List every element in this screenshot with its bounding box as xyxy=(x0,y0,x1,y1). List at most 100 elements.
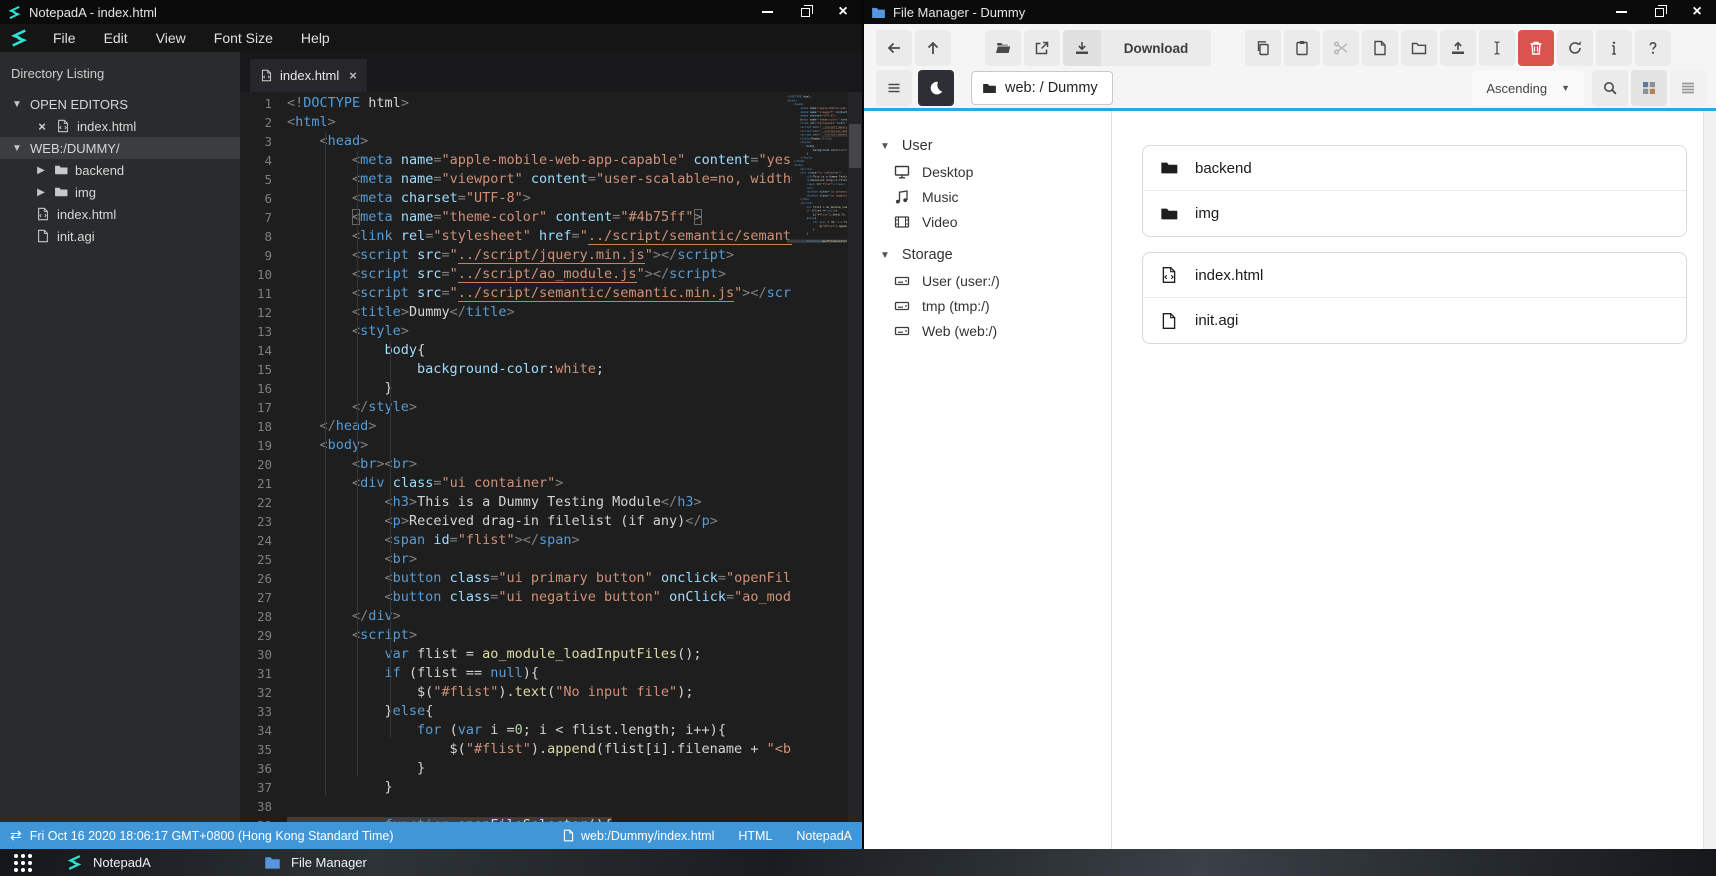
code-line-18: 18 </head> xyxy=(240,417,862,436)
directory-listing-panel: Directory Listing ▼ OPEN EDITORS × index.ht… xyxy=(0,52,240,822)
file-list-scrollbar[interactable] xyxy=(1703,111,1716,849)
close-icon[interactable]: × xyxy=(824,0,862,24)
help-button[interactable] xyxy=(1635,30,1671,66)
code-line-23: 23 <p>Received drag-in filelist (if any)… xyxy=(240,512,862,531)
sidebar-section-user[interactable]: ▼ User xyxy=(864,133,1111,159)
copy-button[interactable] xyxy=(1245,30,1281,66)
minimize-icon[interactable] xyxy=(1602,0,1640,24)
minimize-icon[interactable] xyxy=(748,0,786,24)
line-number: 16 xyxy=(256,381,272,396)
search-icon[interactable] xyxy=(1592,70,1628,106)
paste-button[interactable] xyxy=(1284,30,1320,66)
file-name: img xyxy=(1195,205,1220,222)
close-icon[interactable]: × xyxy=(36,119,48,134)
menu-font-size[interactable]: Font Size xyxy=(200,26,287,50)
paste-icon xyxy=(1294,40,1310,56)
open-editor-label: index.html xyxy=(77,118,137,134)
file-row-img[interactable]: img xyxy=(1143,191,1686,236)
tree-item-backend[interactable]: ▶ backend xyxy=(0,159,240,181)
menu-hamburger-icon[interactable] xyxy=(876,70,912,106)
menu-edit[interactable]: Edit xyxy=(90,26,142,50)
download-button[interactable]: Download xyxy=(1063,30,1211,66)
taskbar-app-file-manager[interactable]: File Manager xyxy=(244,854,442,871)
tab-close-icon[interactable]: × xyxy=(349,68,357,83)
code-line-7: 7 <meta name="theme-color" content="#4b7… xyxy=(240,208,862,227)
sidebar-item-user-user-[interactable]: User (user:/) xyxy=(864,268,1111,293)
app-launcher-icon[interactable] xyxy=(0,849,46,876)
code-line-5: 5 <meta name="viewport" content="user-sc… xyxy=(240,170,862,189)
statusbar-appname: NotepadA xyxy=(796,828,852,843)
editor-scrollbar[interactable] xyxy=(848,92,862,822)
code-line-35: 35 $("#flist").append(flist[i].filename … xyxy=(240,740,862,759)
tree-item-label: backend xyxy=(75,162,125,178)
sidebar-item-web-web-[interactable]: Web (web:/) xyxy=(864,318,1111,343)
section-label: WEB:/DUMMY/ xyxy=(30,140,120,156)
scissors-icon xyxy=(1333,40,1349,56)
up-button[interactable] xyxy=(915,30,951,66)
file-row-init-agi[interactable]: init.agi xyxy=(1143,298,1686,343)
close-icon[interactable]: × xyxy=(1678,0,1716,24)
code-editor[interactable]: 1 <!DOCTYPE html> 2 <html> 3 <head> 4 <meta n… xyxy=(240,92,862,822)
notepada-statusbar: ⇄ Fri Oct 16 2020 18:06:17 GMT+0800 (Hon… xyxy=(0,822,862,849)
indent-guide xyxy=(357,151,358,777)
file-row-backend[interactable]: backend xyxy=(1143,146,1686,191)
line-number: 32 xyxy=(256,685,272,700)
restore-icon[interactable] xyxy=(1640,0,1678,24)
code-line-31: 31 if (flist == null){ xyxy=(240,664,862,683)
sidebar-item-tmp-tmp-[interactable]: tmp (tmp:/) xyxy=(864,293,1111,318)
statusbar-filepath[interactable]: web:/Dummy/index.html xyxy=(581,829,714,843)
code-line-33: 33 }else{ xyxy=(240,702,862,721)
code-line-20: 20 <br><br> xyxy=(240,455,862,474)
open-in-new-window-button[interactable] xyxy=(1024,30,1060,66)
file-row-index-html[interactable]: index.html xyxy=(1143,253,1686,298)
text-cursor-icon xyxy=(1489,40,1505,56)
statusbar-language[interactable]: HTML xyxy=(738,829,772,843)
scrollbar-thumb[interactable] xyxy=(849,124,861,168)
line-number: 8 xyxy=(264,229,272,244)
code-line-14: 14 body{ xyxy=(240,341,862,360)
file-manager-window: File Manager - Dummy × Download web: / D… xyxy=(864,0,1716,849)
path-bar[interactable]: web: / Dummy xyxy=(971,71,1113,105)
properties-button[interactable] xyxy=(1596,30,1632,66)
rename-button[interactable] xyxy=(1479,30,1515,66)
sidebar-item-label: Video xyxy=(922,213,958,230)
minimap[interactable]: <!DOCTYPE html> <html> <head> <meta name=… xyxy=(787,95,847,267)
open-button[interactable] xyxy=(985,30,1021,66)
new-file-button[interactable] xyxy=(1362,30,1398,66)
menu-help[interactable]: Help xyxy=(287,26,344,50)
indent-guide xyxy=(325,132,326,796)
new-folder-button[interactable] xyxy=(1401,30,1437,66)
sidebar-section-storage[interactable]: ▼ Storage xyxy=(864,242,1111,268)
sidebar-item-music[interactable]: Music xyxy=(864,184,1111,209)
cut-button[interactable] xyxy=(1323,30,1359,66)
tab-index-html[interactable]: index.html × xyxy=(250,59,367,92)
tree-item-init.agi[interactable]: init.agi xyxy=(0,225,240,247)
line-number: 38 xyxy=(256,799,272,814)
file-list-area: backend img index.html init.agi xyxy=(1112,111,1716,849)
menu-file[interactable]: File xyxy=(39,26,90,50)
chevron-down-icon: ▼ xyxy=(1561,83,1570,93)
code-line-22: 22 <h3>This is a Dummy Testing Module</h… xyxy=(240,493,862,512)
sidebar-item-desktop[interactable]: Desktop xyxy=(864,159,1111,184)
chevron-down-icon: ▼ xyxy=(12,98,22,110)
delete-button[interactable] xyxy=(1518,30,1554,66)
tree-item-img[interactable]: ▶ img xyxy=(0,181,240,203)
restore-icon[interactable] xyxy=(786,0,824,24)
menu-view[interactable]: View xyxy=(142,26,200,50)
sidebar-item-video[interactable]: Video xyxy=(864,209,1111,234)
section-workspace[interactable]: ▼ WEB:/DUMMY/ xyxy=(0,137,240,159)
refresh-button[interactable] xyxy=(1557,30,1593,66)
list-view-icon[interactable] xyxy=(1670,70,1706,106)
tree-item-index.html[interactable]: index.html xyxy=(0,203,240,225)
arrow-up-icon xyxy=(925,40,941,56)
back-button[interactable] xyxy=(876,30,912,66)
sort-order-dropdown[interactable]: Ascending ▼ xyxy=(1472,71,1584,105)
section-label: User xyxy=(901,138,933,154)
section-open-editors[interactable]: ▼ OPEN EDITORS xyxy=(0,93,240,115)
open-editor-index.html[interactable]: × index.html xyxy=(0,115,240,137)
upload-button[interactable] xyxy=(1440,30,1476,66)
grid-view-icon[interactable] xyxy=(1631,70,1667,106)
dark-mode-moon-icon[interactable] xyxy=(918,70,954,106)
taskbar-app-notepada[interactable]: NotepadA xyxy=(46,854,244,871)
file-name: backend xyxy=(1195,159,1252,177)
